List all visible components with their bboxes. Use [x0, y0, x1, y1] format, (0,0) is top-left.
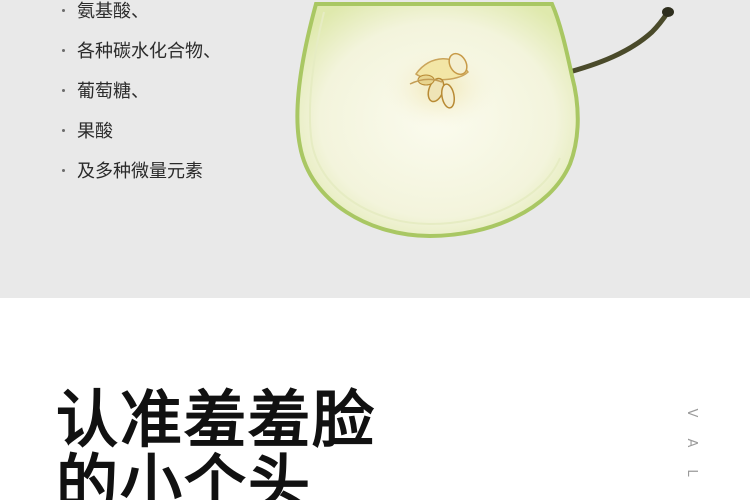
vertical-letter: L — [684, 469, 699, 477]
apple-stem — [559, 9, 671, 77]
bullet-icon — [62, 128, 65, 132]
bullet-icon — [62, 168, 65, 172]
nutrient-label: 及多种微量元素 — [77, 161, 203, 182]
headline-section: 认准羞羞脸 的小个头 V A L — [0, 298, 750, 500]
nutrient-label: 各种碳水化合物、 — [77, 41, 221, 62]
bullet-icon — [62, 8, 65, 12]
nutrient-item: 及多种微量元素 — [62, 161, 203, 183]
vertical-letter: A — [684, 438, 699, 448]
headline-line-1: 认准羞羞脸 — [56, 383, 377, 456]
nutrient-label: 氨基酸、 — [77, 1, 149, 22]
nutrient-panel: 氨基酸、 各种碳水化合物、 葡萄糖、 果酸 及多种微量元素 — [0, 0, 750, 298]
headline-line-2: 的小个头 — [56, 447, 313, 500]
nutrient-item: 葡萄糖、 — [62, 81, 149, 103]
nutrient-label: 果酸 — [77, 121, 113, 142]
apple-half-illustration — [295, 2, 674, 239]
vertical-label: V A L — [683, 398, 699, 488]
nutrient-label: 葡萄糖、 — [77, 81, 149, 102]
vertical-letter: V — [684, 408, 699, 418]
bullet-icon — [62, 88, 65, 92]
bullet-icon — [62, 48, 65, 52]
headline-title: 认准羞羞脸 的小个头 — [56, 388, 376, 500]
nutrient-item: 各种碳水化合物、 — [62, 41, 221, 63]
nutrient-item: 氨基酸、 — [62, 1, 149, 23]
nutrient-item: 果酸 — [62, 121, 113, 143]
